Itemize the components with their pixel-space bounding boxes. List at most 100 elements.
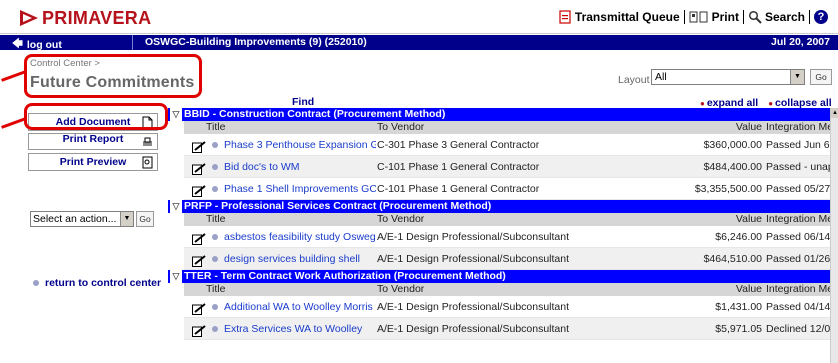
row-title-link[interactable]: Phase 3 Penthouse Expansion GC [224,134,376,156]
bullet-icon [212,186,218,192]
action-go-button[interactable]: Go [136,211,154,227]
logout-label: log out [26,39,62,51]
bullet-icon [212,256,218,262]
chevron-down-icon: ▼ [790,70,804,84]
highlight-box-add [24,103,168,130]
app-header: PRIMAVERA Transmittal Queue Print Search… [0,0,838,34]
row-title-link[interactable]: Extra Services WA to Woolley [224,318,376,340]
row-title-link[interactable]: asbestos feasibility study Oswego [224,226,376,248]
help-icon: ? [814,10,828,24]
highlight-box-title [24,54,202,98]
collapse-icon: ● [768,99,774,108]
bullet-icon [212,164,218,170]
document-icon [559,10,571,24]
print-preview-button[interactable]: Print Preview [28,153,158,171]
table-row[interactable]: Phase 1 Shell Improvements GC C-101 Phase… [184,178,830,200]
column-header-row: TitleTo VendorValueIntegration Mess [184,121,830,134]
logout-link[interactable]: 🡄 log out [12,36,62,54]
layout-select[interactable]: All ▼ [651,69,805,85]
back-arrow-icon: 🡄 [12,38,23,50]
printer-icon [143,137,152,146]
table-row[interactable]: Extra Services WA to Woolley A/E-1 Design… [184,318,830,340]
column-header-integration[interactable]: Integration Mess [766,283,830,296]
transmittal-queue-label: Transmittal Queue [574,10,680,24]
action-select[interactable]: Select an action... ▼ [30,211,134,227]
table-row[interactable]: Bid doc's to WM C-101 Phase 1 General Con… [184,156,830,178]
row-title-link[interactable]: Additional WA to Woolley Morris [224,296,376,318]
highlight-arrow [1,117,27,129]
print-label: Print [711,10,739,24]
bullet-icon [212,326,218,332]
edit-icon[interactable] [192,183,206,197]
group-header-label: TTER - Term Contract Work Authorization … [184,270,506,282]
edit-icon[interactable] [192,253,206,267]
highlight-arrow [1,70,27,82]
column-header-title[interactable]: Title [206,121,358,134]
print-preview-label: Print Preview [59,156,127,168]
row-integration-message: Passed 06/14/05 [766,231,830,243]
row-integration-message: Passed - unappr [766,161,830,173]
print-link[interactable]: Print [685,10,743,24]
row-integration-message: Passed 05/27/05 [766,183,830,195]
current-date: Jul 20, 2007 [771,36,830,48]
table-row[interactable]: design services building shell A/E-1 Desi… [184,248,830,270]
collapse-chevron-icon[interactable]: ▽ [170,200,182,213]
row-value: $6,246.00 [715,231,762,243]
transmittal-queue-link[interactable]: Transmittal Queue [554,10,684,24]
scroll-up-icon[interactable]: ▲ [831,108,838,118]
column-header-value[interactable]: Value [586,283,762,296]
row-value: $360,000.00 [703,139,762,151]
row-value: $5,971.05 [715,323,762,335]
top-links: Transmittal Queue Print Search ? [554,10,832,24]
group-header[interactable]: ▽ BBID - Construction Contract (Procureme… [168,108,830,121]
row-title-link[interactable]: Phase 1 Shell Improvements GC [224,178,376,200]
row-value: $484,400.00 [703,161,762,173]
column-header-integration[interactable]: Integration Mess [766,213,830,226]
table-row[interactable]: Additional WA to Woolley Morris A/E-1 Des… [184,296,830,318]
edit-icon[interactable] [192,231,206,245]
group-section: ▽ BBID - Construction Contract (Procureme… [168,108,830,200]
row-value: $464,510.00 [703,253,762,265]
primavera-logo: PRIMAVERA [18,8,151,28]
logo-text: PRIMAVERA [42,7,152,28]
action-select-value: Select an action... [33,213,117,225]
group-header[interactable]: ▽ PRFP - Professional Services Contract (… [168,200,830,213]
chevron-down-icon: ▼ [120,212,133,226]
edit-icon[interactable] [192,301,206,315]
edit-icon[interactable] [192,161,206,175]
vertical-scrollbar[interactable]: ▲ [830,108,838,363]
find-link[interactable]: Find [292,96,314,108]
edit-icon[interactable] [192,323,206,337]
row-integration-message: Declined 12/02/0 [766,323,830,335]
column-header-row: TitleTo VendorValueIntegration Mess [184,283,830,296]
column-header-value[interactable]: Value [586,213,762,226]
group-section: ▽ TTER - Term Contract Work Authorization… [168,270,830,340]
preview-icon [142,156,153,169]
return-link[interactable]: return to control center [33,277,161,289]
table-row[interactable]: Phase 3 Penthouse Expansion GC C-301 Phas… [184,134,830,156]
search-link[interactable]: Search [744,10,809,24]
project-name[interactable]: OSWGC-Building Improvements (9) (252010) [145,36,367,48]
row-title-link[interactable]: Bid doc's to WM [224,156,376,178]
help-link[interactable]: ? [810,10,832,24]
column-header-title[interactable]: Title [206,213,358,226]
group-header[interactable]: ▽ TTER - Term Contract Work Authorization… [168,270,830,283]
layout-select-value: All [655,71,667,83]
table-row[interactable]: asbestos feasibility study Oswego A/E-1 D… [184,226,830,248]
collapse-chevron-icon[interactable]: ▽ [170,270,182,283]
column-header-title[interactable]: Title [206,283,358,296]
bullet-icon [212,304,218,310]
print-report-label: Print Report [62,133,124,145]
print-report-button[interactable]: Print Report [28,133,158,150]
layout-label: Layout [618,74,650,86]
return-label: return to control center [45,277,162,289]
column-header-integration[interactable]: Integration Mess [766,121,830,134]
edit-icon[interactable] [192,139,206,153]
row-title-link[interactable]: design services building shell [224,248,376,270]
layout-go-button[interactable]: Go [810,69,832,85]
row-value: $1,431.00 [715,301,762,313]
collapse-chevron-icon[interactable]: ▽ [170,108,182,121]
context-bar: 🡄 log out OSWGC-Building Improvements (9… [0,35,838,51]
row-value: $3,355,500.00 [694,183,762,195]
column-header-value[interactable]: Value [586,121,762,134]
